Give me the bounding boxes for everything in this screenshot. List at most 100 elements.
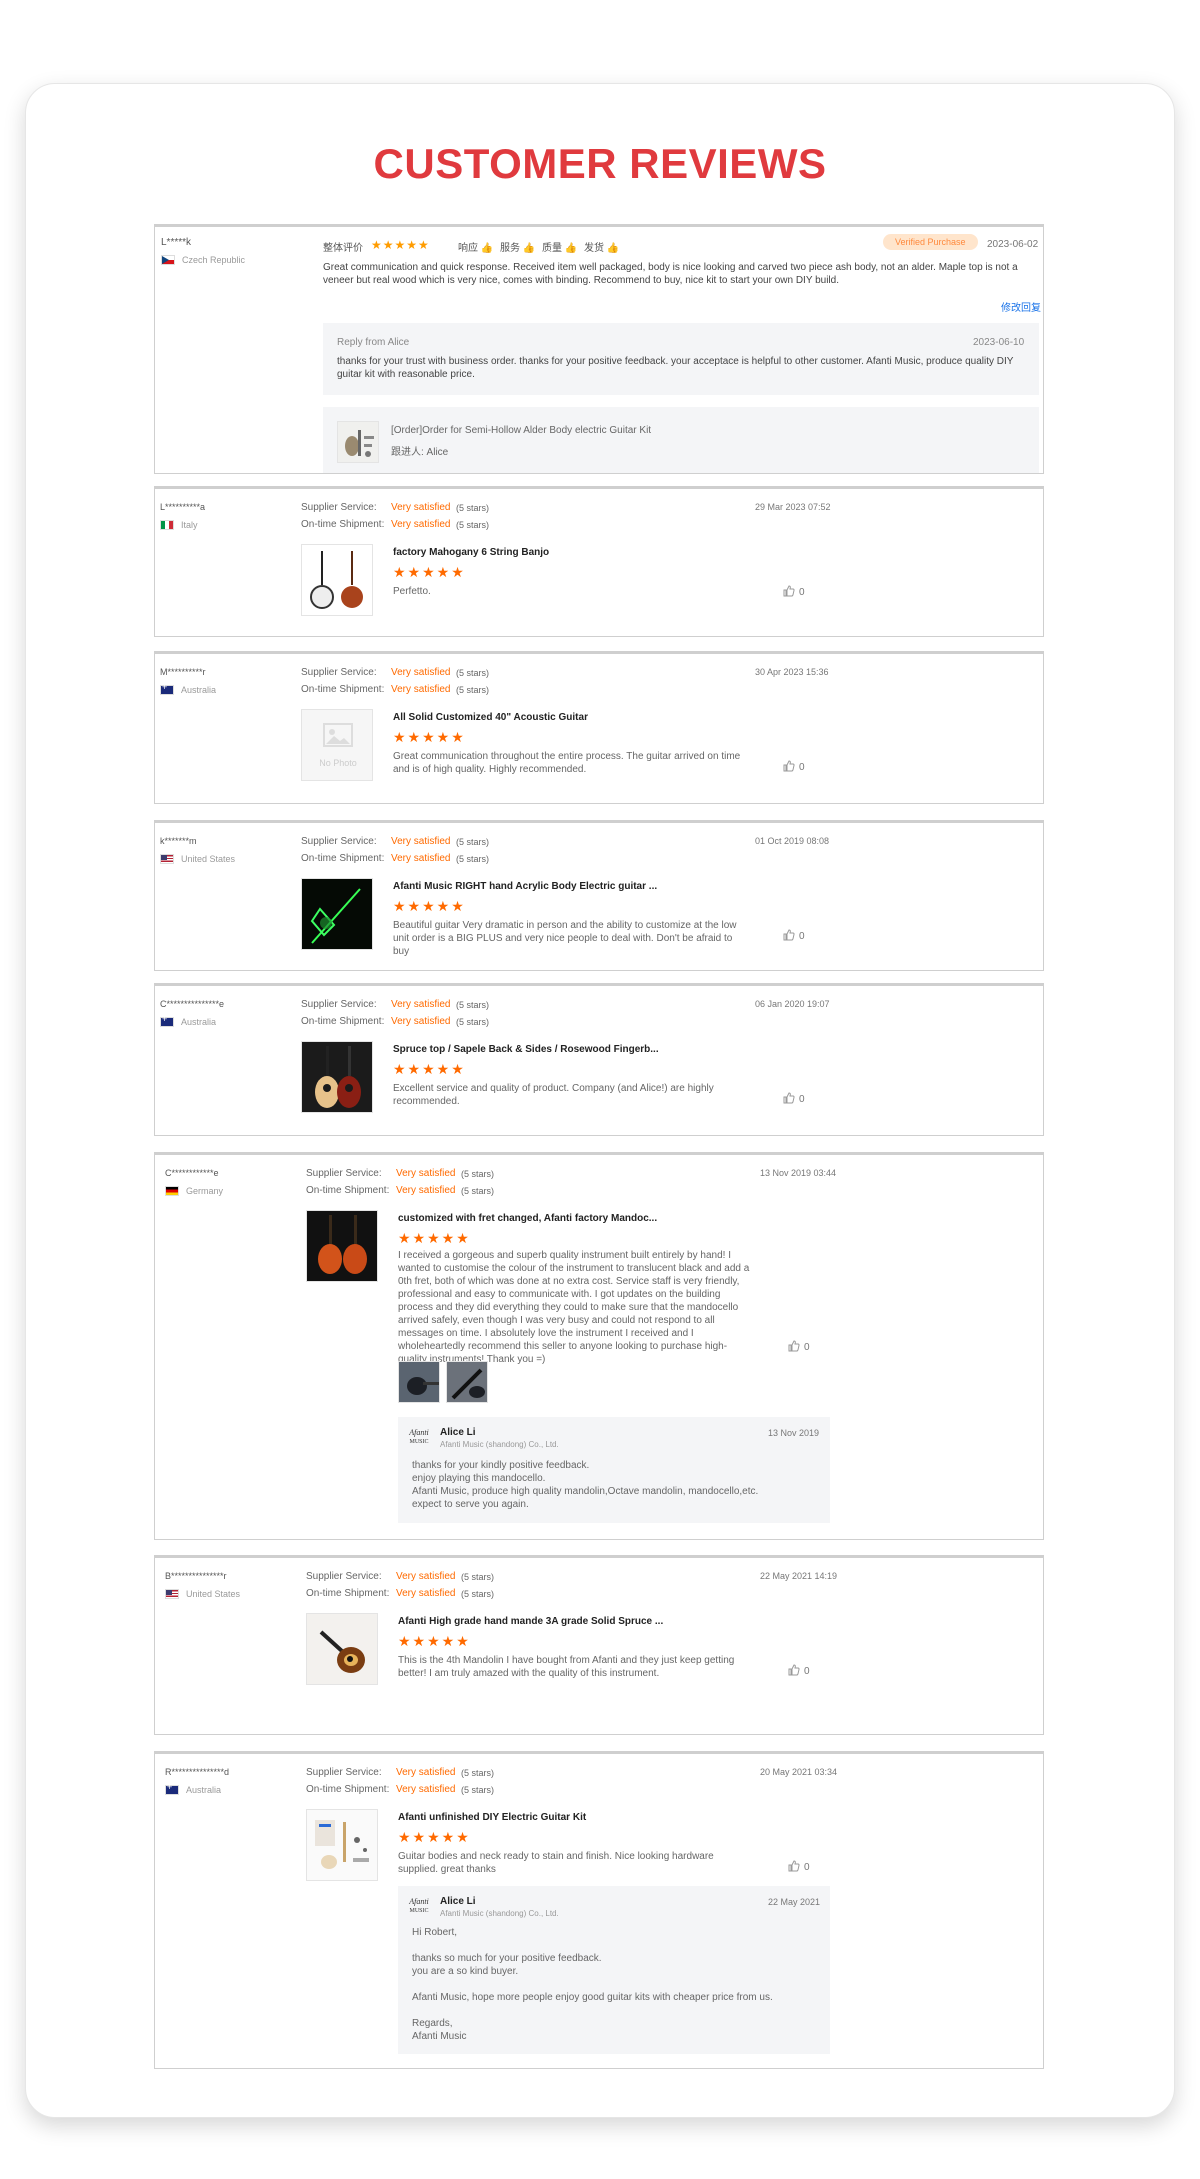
review-card: k*******m United States Supplier Service… xyxy=(154,820,1044,971)
supplier-service-stars: (5 stars) xyxy=(456,837,490,847)
reviewer-country: Germany xyxy=(186,1186,224,1196)
reviewer-name: L*****k xyxy=(161,237,192,248)
supplier-service-stars: (5 stars) xyxy=(456,668,490,678)
flag-australia-icon xyxy=(165,1782,179,1795)
review-card: C************e Germany Supplier Service:… xyxy=(154,1152,1044,1540)
supplier-service-stars: (5 stars) xyxy=(461,1572,495,1582)
product-thumbnail[interactable] xyxy=(301,878,373,950)
product-thumbnail[interactable] xyxy=(306,1210,378,1282)
supplier-service-label: Supplier Service: xyxy=(301,836,377,847)
no-photo-icon xyxy=(323,723,353,747)
ontime-shipment-label: On-time Shipment: xyxy=(301,519,385,530)
thumb-up-icon xyxy=(783,760,795,772)
like-button[interactable]: 0 xyxy=(783,929,805,942)
reviewer-name: C************e xyxy=(165,1168,219,1178)
ontime-shipment-label: On-time Shipment: xyxy=(306,1784,390,1795)
product-title[interactable]: All Solid Customized 40" Acoustic Guitar xyxy=(393,712,588,723)
product-thumbnail[interactable] xyxy=(306,1613,378,1685)
product-title[interactable]: Afanti unfinished DIY Electric Guitar Ki… xyxy=(398,1812,586,1823)
flag-australia-icon xyxy=(160,1014,174,1027)
product-title[interactable]: factory Mahogany 6 String Banjo xyxy=(393,547,549,558)
reply-author: Alice Li xyxy=(440,1427,476,1438)
like-button[interactable]: 0 xyxy=(783,1092,805,1105)
tag-response: 响应 👍 xyxy=(458,243,494,254)
thumb-up-icon: 👍 xyxy=(606,243,620,254)
reply-text: thanks for your kindly positive feedback… xyxy=(412,1460,759,1510)
ontime-shipment-stars: (5 stars) xyxy=(456,520,490,530)
reply-date: 22 May 2021 xyxy=(768,1897,821,1907)
reply-text: Hi Robert, thanks so much for your posit… xyxy=(412,1927,773,2042)
reviewer-country: Czech Republic xyxy=(182,255,246,265)
review-date: 01 Oct 2019 08:08 xyxy=(755,836,830,846)
product-thumbnail[interactable] xyxy=(301,544,373,616)
supplier-service-label: Supplier Service: xyxy=(306,1168,382,1179)
flag-australia-icon xyxy=(160,682,174,695)
reviewer-country: Australia xyxy=(181,685,217,695)
reply-company: Afanti Music (shandong) Co., Ltd. xyxy=(440,1440,559,1449)
review-stars: ★★★★★ xyxy=(393,729,466,745)
review-date: 29 Mar 2023 07:52 xyxy=(755,502,831,512)
product-title[interactable]: Afanti Music RIGHT hand Acrylic Body Ele… xyxy=(393,881,657,892)
review-stars: ★★★★★ xyxy=(398,1230,471,1246)
ontime-shipment-label: On-time Shipment: xyxy=(301,853,385,864)
product-title[interactable]: Afanti High grade hand mande 3A grade So… xyxy=(398,1616,663,1627)
supplier-service-value: Very satisfied xyxy=(391,836,451,847)
review-stars: ★★★★★ xyxy=(398,1829,471,1845)
seller-reply: Afanti MUSIC Alice Li Afanti Music (shand… xyxy=(398,1886,830,2054)
reply-date: 13 Nov 2019 xyxy=(768,1428,820,1438)
review-photo[interactable] xyxy=(446,1361,488,1403)
product-title[interactable]: Spruce top / Sapele Back & Sides / Rosew… xyxy=(393,1044,659,1055)
order-box[interactable]: [Order]Order for Semi-Hollow Alder Body … xyxy=(323,407,1039,473)
reply-author: Alice Li xyxy=(440,1896,476,1907)
reviewer-name: B***************r xyxy=(165,1571,227,1581)
thumb-up-icon: 👍 xyxy=(480,243,494,254)
review-card: R***************d Australia Supplier Ser… xyxy=(154,1751,1044,2069)
overall-rating-label: 整体评价 xyxy=(323,243,363,254)
supplier-service-value: Very satisfied xyxy=(391,999,451,1010)
like-button[interactable]: 0 xyxy=(783,760,805,773)
reviewer-name: R***************d xyxy=(165,1767,230,1777)
review-text: This is the 4th Mandolin I have bought f… xyxy=(398,1655,735,1679)
like-button[interactable]: 0 xyxy=(788,1860,810,1873)
review-text: Perfetto. xyxy=(393,586,431,597)
ontime-shipment-stars: (5 stars) xyxy=(461,1589,495,1599)
review-card: L**********a Italy Supplier Service: Ver… xyxy=(154,486,1044,637)
order-follower: 跟进人: Alice xyxy=(391,447,449,458)
reply-date: 2023-06-10 xyxy=(973,337,1025,348)
review-date: 13 Nov 2019 03:44 xyxy=(760,1168,837,1178)
thumb-up-icon xyxy=(783,585,795,597)
reviewer-country: Australia xyxy=(181,1017,217,1027)
reviewer-name: M**********r xyxy=(160,667,206,677)
supplier-service-stars: (5 stars) xyxy=(461,1768,495,1778)
like-button[interactable]: 0 xyxy=(783,585,805,598)
review-photo[interactable] xyxy=(398,1361,440,1403)
product-thumbnail[interactable] xyxy=(301,1041,373,1113)
ontime-shipment-stars: (5 stars) xyxy=(461,1186,495,1196)
review-card: B***************r United States Supplier… xyxy=(154,1555,1044,1735)
reviewer-name: k*******m xyxy=(160,836,197,846)
tag-quality: 质量 👍 xyxy=(542,243,578,254)
review-stars: ★★★★★ xyxy=(398,1633,471,1649)
supplier-service-label: Supplier Service: xyxy=(306,1767,382,1778)
supplier-service-value: Very satisfied xyxy=(396,1168,456,1179)
edit-reply-link[interactable]: 修改回复 xyxy=(1001,299,1041,314)
ontime-shipment-stars: (5 stars) xyxy=(456,854,490,864)
ontime-shipment-stars: (5 stars) xyxy=(456,1017,490,1027)
like-button[interactable]: 0 xyxy=(788,1664,810,1677)
tag-shipping: 发货 👍 xyxy=(584,243,620,254)
reply-from: Reply from Alice xyxy=(337,337,410,348)
product-title[interactable]: customized with fret changed, Afanti fac… xyxy=(398,1213,657,1224)
flag-us-icon xyxy=(160,854,174,864)
section-heading: CUSTOMER REVIEWS xyxy=(373,140,827,187)
product-thumbnail[interactable] xyxy=(306,1809,378,1881)
supplier-service-label: Supplier Service: xyxy=(301,502,377,513)
review-stars: ★★★★★ xyxy=(393,564,466,580)
review-text: I received a gorgeous and superb quality… xyxy=(398,1250,750,1365)
reviewer-country: Italy xyxy=(181,520,198,530)
no-photo-label: No Photo xyxy=(319,758,357,768)
product-thumbnail[interactable]: No Photo xyxy=(301,709,373,781)
seller-reply: Afanti MUSIC Alice Li Afanti Music (shand… xyxy=(398,1417,830,1523)
like-button[interactable]: 0 xyxy=(788,1340,810,1353)
flag-czech-icon xyxy=(161,255,175,265)
thumb-up-icon xyxy=(783,1092,795,1104)
